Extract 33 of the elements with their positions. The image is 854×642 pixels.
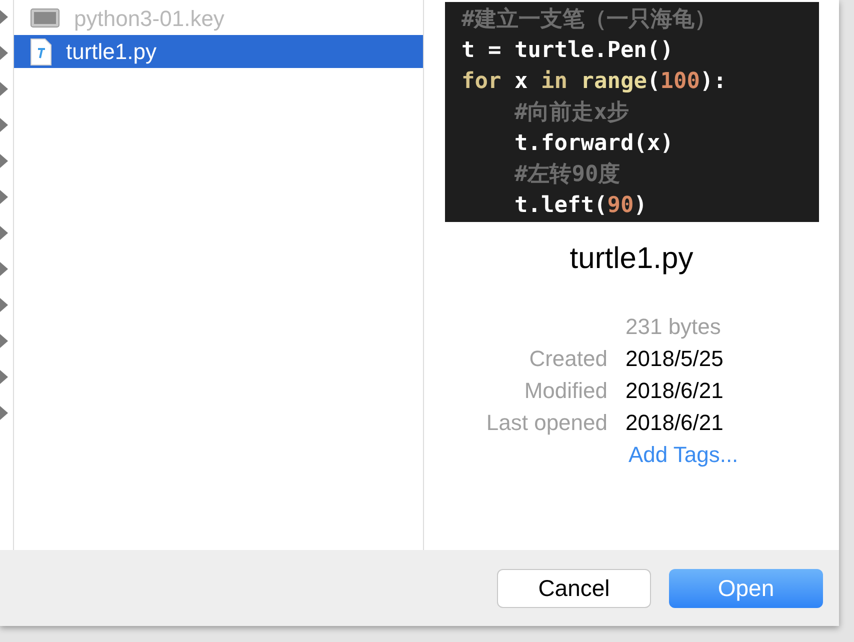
disclosure-arrow-icon[interactable] (0, 370, 8, 384)
add-tags-link[interactable]: Add Tags... (626, 439, 826, 471)
document-icon (30, 38, 52, 66)
code-line: t.forward(x) (514, 130, 674, 158)
info-value: 2018/6/21 (626, 377, 724, 405)
file-name: turtle1.py (570, 241, 694, 277)
cancel-button[interactable]: Cancel (497, 568, 651, 608)
disclosure-arrow-icon[interactable] (0, 46, 8, 60)
info-value: 2018/5/25 (626, 345, 724, 373)
file-size: 231 bytes (626, 313, 722, 341)
file-row[interactable]: turtle1.py (14, 35, 423, 68)
info-value: 2018/6/21 (626, 409, 724, 437)
info-label: Modified (523, 377, 608, 405)
disclosure-arrow-icon[interactable] (0, 154, 8, 168)
disclosure-arrow-icon[interactable] (0, 334, 8, 348)
code-line: t = turtle.Pen() (462, 37, 674, 65)
code-line: #向前走x步 (514, 99, 630, 127)
disclosure-arrow-icon[interactable] (0, 226, 8, 240)
disclosure-arrow-icon[interactable] (0, 406, 8, 420)
open-button[interactable]: Open (669, 568, 823, 608)
presentation-file-icon (30, 8, 60, 30)
code-line: #建立一支笔（一只海龟） (462, 6, 718, 34)
code-line: #左转90度 (514, 160, 622, 189)
disclosure-arrow-icon[interactable] (0, 118, 8, 132)
disclosure-arrow-icon[interactable] (0, 190, 8, 204)
info-label: Created (528, 345, 608, 373)
disclosure-arrow-icon[interactable] (0, 262, 8, 276)
code-line: t.left(90) (514, 192, 648, 220)
disclosure-arrow-icon[interactable] (0, 298, 8, 312)
disclosure-arrow-icon[interactable] (0, 10, 8, 24)
info-label: Last opened (485, 409, 608, 437)
disclosure-arrow-icon[interactable] (0, 82, 8, 96)
code-line: for x in range(100): (462, 68, 728, 96)
